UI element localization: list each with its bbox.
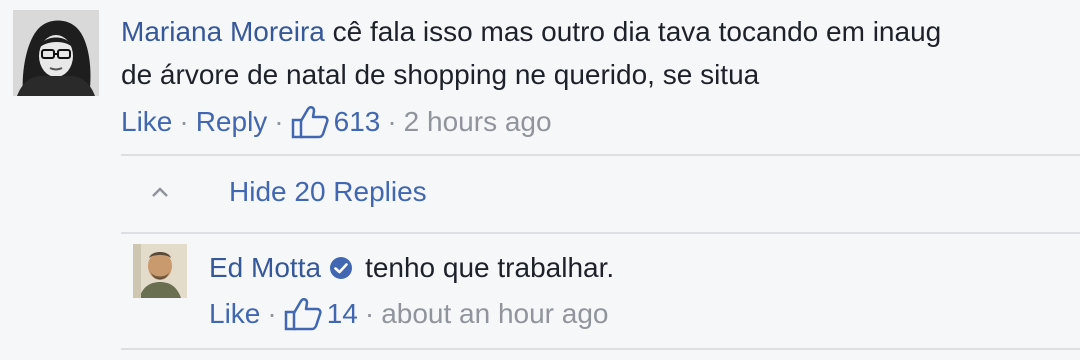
profile-photo-icon bbox=[133, 244, 187, 298]
like-button[interactable]: Like bbox=[209, 296, 260, 332]
divider bbox=[121, 232, 1080, 234]
comment-body: Mariana Moreira cê fala isso mas outro d… bbox=[121, 12, 941, 52]
reaction-count-link[interactable]: 14 bbox=[284, 296, 358, 332]
comment-actions: Like · Reply · 613 · 2 hours ago bbox=[121, 104, 552, 140]
comment-text-line2: de árvore de natal de shopping ne querid… bbox=[121, 59, 760, 90]
separator: · bbox=[387, 106, 397, 137]
timestamp[interactable]: about an hour ago bbox=[381, 296, 608, 332]
reply-actions: Like · 14 · about an hour ago bbox=[209, 296, 609, 332]
comment-author-link[interactable]: Mariana Moreira bbox=[121, 16, 325, 47]
thumbs-up-icon bbox=[291, 106, 329, 139]
separator: · bbox=[274, 106, 284, 137]
comment-thread: Mariana Moreira cê fala isso mas outro d… bbox=[0, 0, 1080, 360]
reply-text: tenho que trabalhar. bbox=[365, 252, 615, 283]
profile-photo-icon bbox=[13, 10, 99, 96]
timestamp[interactable]: 2 hours ago bbox=[404, 104, 552, 140]
reaction-count-link[interactable]: 613 bbox=[291, 104, 381, 140]
reaction-count: 14 bbox=[326, 298, 358, 329]
divider bbox=[121, 348, 1080, 350]
avatar[interactable] bbox=[13, 10, 99, 96]
thumbs-up-icon bbox=[284, 298, 322, 331]
separator: · bbox=[179, 106, 189, 137]
reply-button[interactable]: Reply bbox=[196, 104, 268, 140]
separator: · bbox=[364, 298, 375, 329]
avatar[interactable] bbox=[133, 244, 187, 298]
separator: · bbox=[267, 298, 277, 329]
like-button[interactable]: Like bbox=[121, 104, 172, 140]
hide-replies-button[interactable]: Hide 20 Replies bbox=[145, 172, 427, 212]
hide-replies-label: Hide 20 Replies bbox=[229, 176, 427, 207]
reply-author-link[interactable]: Ed Motta bbox=[209, 248, 321, 288]
verified-badge-icon bbox=[329, 256, 353, 280]
divider bbox=[121, 154, 1080, 156]
reply-body: Ed Motta tenho que trabalhar. bbox=[209, 248, 614, 288]
comment-text-line1: cê fala isso mas outro dia tava tocando … bbox=[332, 16, 942, 47]
reaction-count: 613 bbox=[333, 106, 381, 137]
chevron-up-icon bbox=[145, 186, 175, 198]
